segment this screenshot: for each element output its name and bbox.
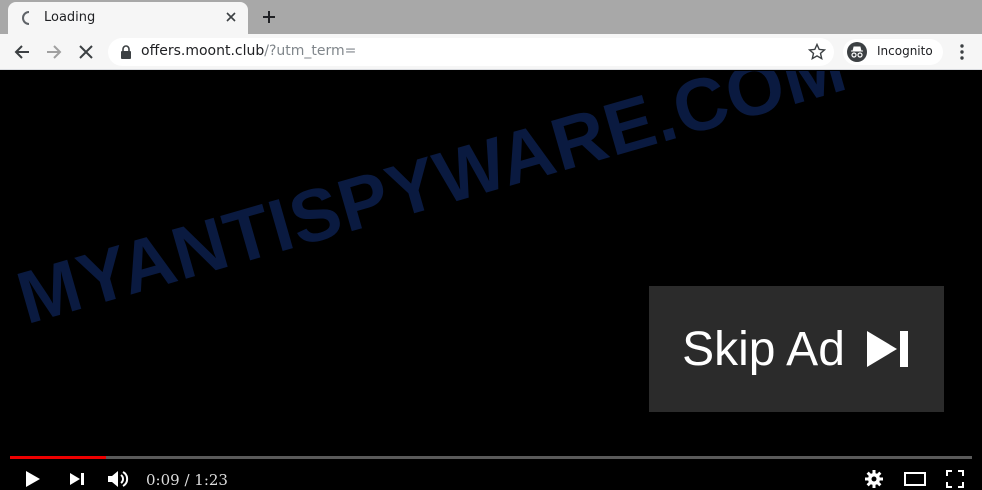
kebab-menu-icon — [960, 44, 964, 60]
url-path: /?utm_term= — [264, 43, 357, 59]
fullscreen-button[interactable] — [942, 467, 968, 490]
browser-tab[interactable]: Loading — [8, 2, 248, 34]
volume-icon — [108, 471, 129, 487]
play-icon — [26, 471, 40, 487]
url-domain: offers.moont.club — [141, 43, 265, 59]
stop-loading-button[interactable] — [74, 40, 98, 64]
forward-button[interactable] — [42, 40, 66, 64]
skip-ad-button[interactable]: Skip Ad — [649, 286, 944, 412]
fullscreen-icon — [946, 470, 964, 488]
loading-spinner-icon — [22, 11, 30, 25]
theater-mode-icon — [904, 472, 926, 486]
incognito-profile-button[interactable]: Incognito — [843, 39, 943, 65]
url-text: offers.moont.club/?utm_term= — [141, 43, 356, 59]
forward-arrow-icon — [47, 45, 62, 59]
back-button[interactable] — [10, 40, 34, 64]
play-button[interactable] — [22, 467, 44, 490]
skip-ad-label: Skip Ad — [682, 322, 845, 376]
next-track-icon — [70, 473, 84, 485]
video-player[interactable]: MYANTISPYWARE.COM Skip Ad 0:09 / 1:23 — [0, 71, 982, 490]
bookmark-star-icon[interactable] — [808, 43, 826, 61]
progress-played — [10, 456, 107, 459]
lock-icon — [121, 45, 131, 59]
skip-next-icon — [866, 331, 908, 367]
progress-bar[interactable] — [10, 456, 972, 459]
incognito-icon — [847, 42, 867, 62]
close-tab-button[interactable] — [222, 8, 240, 26]
theater-mode-button[interactable] — [902, 467, 928, 490]
browser-menu-button[interactable] — [952, 41, 972, 63]
next-button[interactable] — [66, 467, 88, 490]
tab-strip: Loading — [0, 0, 982, 34]
plus-icon — [263, 11, 275, 23]
volume-button[interactable] — [105, 467, 131, 490]
browser-toolbar: offers.moont.club/?utm_term= Incognito — [0, 34, 982, 70]
address-bar[interactable]: offers.moont.club/?utm_term= — [108, 38, 834, 66]
gear-icon — [865, 470, 883, 488]
back-arrow-icon — [14, 45, 29, 59]
new-tab-button[interactable] — [258, 6, 280, 28]
time-display: 0:09 / 1:23 — [146, 471, 228, 489]
stop-icon — [79, 45, 93, 59]
tab-title: Loading — [44, 10, 96, 25]
settings-button[interactable] — [862, 467, 886, 490]
close-icon — [226, 12, 236, 22]
incognito-label: Incognito — [877, 44, 933, 58]
